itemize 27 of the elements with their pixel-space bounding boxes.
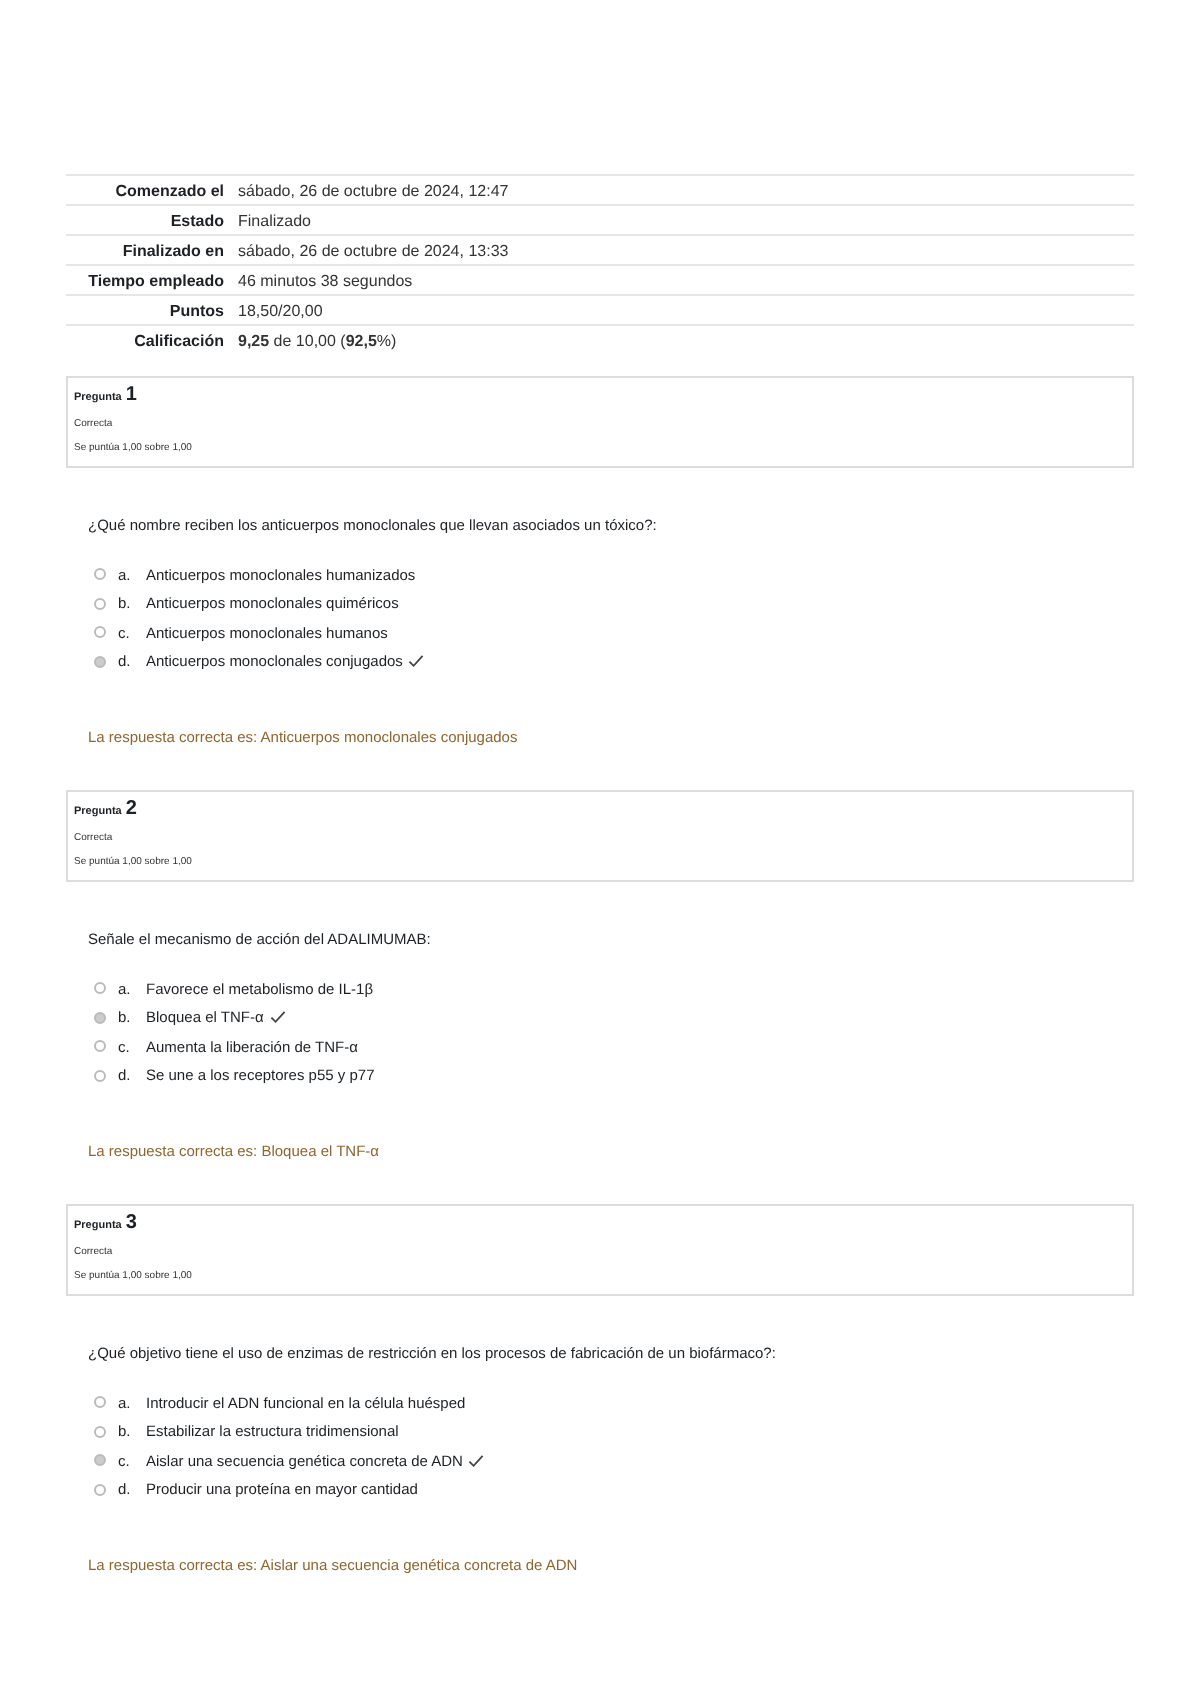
summary-value: Finalizado — [238, 211, 313, 229]
radio-button[interactable] — [94, 1040, 106, 1053]
summary-value: 9,25 de 10,00 (92,5%) — [238, 331, 399, 349]
radio-button[interactable] — [94, 626, 106, 639]
radio-button[interactable] — [94, 1011, 106, 1024]
radio-button[interactable] — [94, 1425, 106, 1438]
summary-label: Estado — [168, 211, 224, 229]
summary-label: Puntos — [167, 301, 224, 319]
radio-button[interactable] — [94, 655, 106, 668]
question-number: 2 — [125, 798, 137, 820]
summary-value: sábado, 26 de octubre de 2024, 12:47 — [238, 181, 511, 199]
radio-button[interactable] — [94, 1483, 106, 1496]
radio-button[interactable] — [94, 1454, 106, 1467]
radio-button[interactable] — [94, 597, 106, 610]
radio-button[interactable] — [94, 982, 106, 995]
radio-button[interactable] — [94, 568, 106, 581]
summary-label: Comenzado el — [113, 181, 224, 199]
summary-label: Calificación — [132, 331, 224, 349]
summary-label: Tiempo empleado — [86, 271, 224, 289]
radio-button[interactable] — [94, 1396, 106, 1409]
summary-label: Finalizado en — [120, 241, 224, 259]
summary-value: 46 minutos 38 segundos — [238, 271, 415, 289]
radio-button[interactable] — [94, 1069, 106, 1082]
summary-value: 18,50/20,00 — [238, 301, 325, 319]
question-number: 1 — [125, 384, 137, 406]
question-number: 3 — [125, 1212, 137, 1234]
summary-value: sábado, 26 de octubre de 2024, 13:33 — [238, 241, 511, 259]
